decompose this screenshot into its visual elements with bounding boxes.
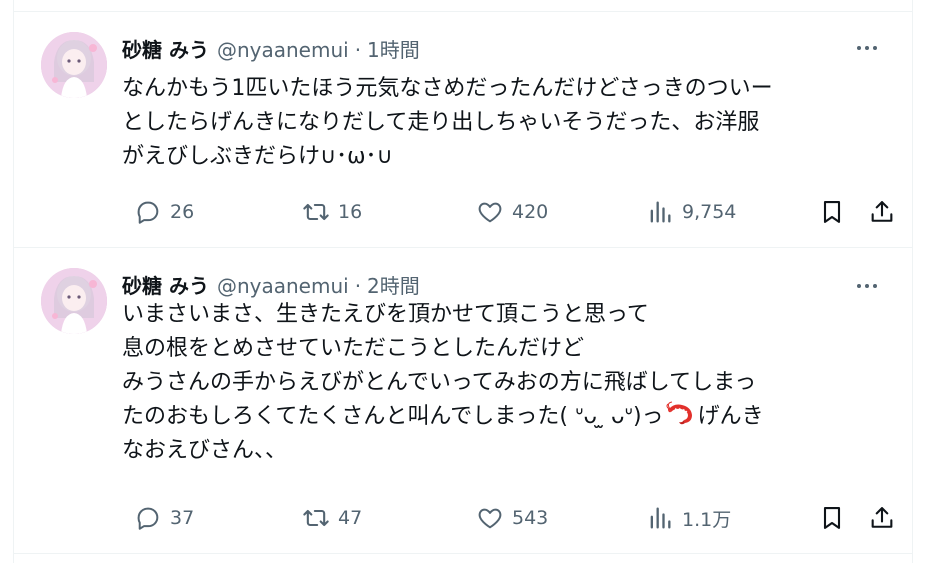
share-button[interactable] [868, 198, 896, 226]
reply-count: 26 [170, 201, 195, 223]
tweet-actions: 26 16 420 9,754 [122, 192, 893, 232]
heart-icon [478, 508, 502, 529]
reply-icon [137, 201, 159, 224]
tweet-text-line: 息の根をとめさせていただこうとしたんだけど [122, 336, 585, 361]
tweet-text-line: いまさいまさ、生きたえびを頂かせて頂こうと思って [122, 302, 649, 327]
views-count: 9,754 [682, 201, 737, 223]
views-icon [650, 201, 671, 223]
tweet-text-line: たのおもしろくてたくさんと叫んでしまった( ᐡᴗ ̫ ᴗᐡ)っ げんき [122, 400, 882, 434]
tweet-text-segment: げんき [697, 404, 764, 429]
tweet[interactable]: 砂糖 みう @nyaanemui · 2時間 いまさいまさ、生きたえびを頂かせて… [14, 248, 912, 554]
retweet-icon [303, 203, 329, 221]
display-name[interactable]: 砂糖 みう [122, 270, 209, 299]
separator: · [354, 38, 362, 62]
retweet-count: 16 [338, 201, 363, 223]
avatar[interactable] [41, 32, 107, 98]
timestamp[interactable]: 1時間 [367, 34, 420, 63]
retweet-count: 47 [338, 507, 363, 529]
like-count: 420 [512, 201, 549, 223]
more-icon[interactable] [852, 274, 882, 298]
shrimp-emoji-icon [666, 401, 696, 438]
user-handle[interactable]: @nyaanemui [217, 38, 349, 62]
tweet-text-line: がえびしぶきだらけ∪･ω･∪ [122, 144, 393, 169]
tweet-text: いまさいまさ、生きたえびを頂かせて頂こうと思って 息の根をとめさせていただこうと… [122, 298, 882, 468]
like-button[interactable]: 420 [476, 198, 548, 226]
reply-count: 37 [170, 507, 195, 529]
retweet-icon [303, 509, 329, 527]
user-handle[interactable]: @nyaanemui [217, 274, 349, 298]
timeline: 砂糖 みう @nyaanemui · 1時間 なんかもう1匹いたほう元気なさめだ… [13, 0, 913, 563]
tweet-header: 砂糖 みう @nyaanemui · 1時間 [122, 34, 420, 62]
views-button[interactable]: 9,754 [646, 198, 736, 226]
tweet-text: なんかもう1匹いたほう元気なさめだったんだけどさっきのついー としたらげんきにな… [122, 72, 882, 174]
share-button[interactable] [868, 504, 896, 532]
tweet-actions: 37 47 543 1.1万 [122, 498, 893, 538]
bookmark-icon [823, 201, 841, 223]
heart-icon [478, 202, 502, 223]
reply-icon [137, 507, 159, 530]
bookmark-button[interactable] [818, 504, 846, 532]
timestamp[interactable]: 2時間 [367, 270, 420, 299]
display-name[interactable]: 砂糖 みう [122, 34, 209, 63]
views-button[interactable]: 1.1万 [646, 504, 731, 532]
tweet-text-line: みうさんの手からえびがとんでいってみおの方に飛ばしてしまっ [122, 370, 757, 395]
tweet-text-line: としたらげんきになりだして走り出しちゃいそうだった、お洋服 [122, 110, 760, 135]
retweet-button[interactable]: 16 [302, 198, 362, 226]
tweet-text-line: なおえびさん、、 [122, 438, 288, 463]
like-button[interactable]: 543 [476, 504, 548, 532]
tweet-text-segment: たのおもしろくてたくさんと叫んでしまった( ᐡᴗ ̫ ᴗᐡ)っ [122, 404, 664, 429]
bookmark-icon [823, 507, 841, 529]
reply-button[interactable]: 37 [134, 504, 194, 532]
bookmark-button[interactable] [818, 198, 846, 226]
tweet-header: 砂糖 みう @nyaanemui · 2時間 [122, 270, 420, 298]
like-count: 543 [512, 507, 549, 529]
reply-button[interactable]: 26 [134, 198, 194, 226]
more-icon[interactable] [852, 36, 882, 60]
retweet-button[interactable]: 47 [302, 504, 362, 532]
views-count: 1.1万 [682, 508, 732, 531]
tweet[interactable]: 砂糖 みう @nyaanemui · 1時間 なんかもう1匹いたほう元気なさめだ… [14, 12, 912, 248]
tweet-text-line: なんかもう1匹いたほう元気なさめだったんだけどさっきのついー [122, 76, 773, 101]
share-icon [871, 507, 893, 528]
views-icon [650, 507, 671, 529]
share-icon [871, 201, 893, 222]
separator: · [354, 274, 362, 298]
avatar[interactable] [41, 268, 107, 334]
